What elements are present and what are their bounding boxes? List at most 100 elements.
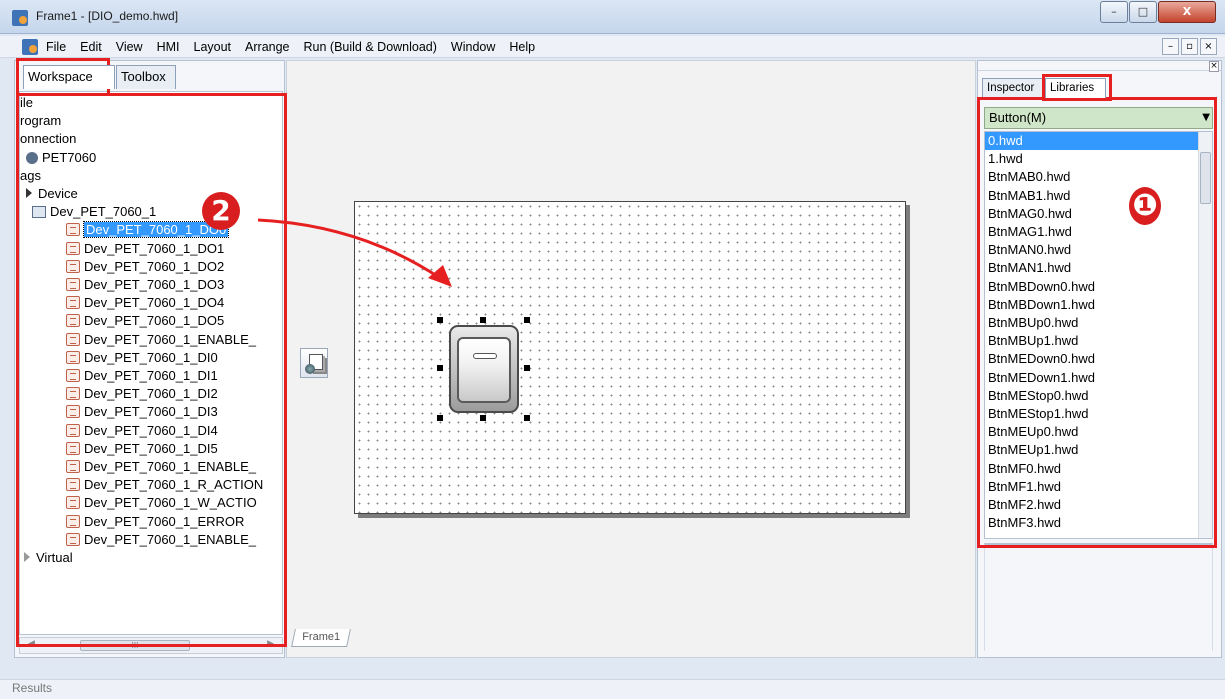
tree-item[interactable]: Dev_PET_7060_1_DO4 [66,294,224,312]
panel-header: × [978,61,1221,72]
mdi-restore-button[interactable]: ▫ [1181,38,1198,55]
tree-item[interactable]: ags [20,167,41,185]
library-item[interactable]: BtnMBUp0.hwd [985,314,1198,332]
library-item[interactable]: BtnMEUp0.hwd [985,423,1198,441]
tab-workspace[interactable]: Workspace [23,65,115,89]
library-item-list: 0.hwd 1.hwd BtnMAB0.hwd BtnMAB1.hwd BtnMAG0.… [984,131,1213,539]
step-badge-2: 2 [202,192,240,230]
expand-arrow-icon[interactable] [24,552,30,562]
scroll-left-icon[interactable]: ◀ [28,639,35,649]
tree-item[interactable]: Dev_PET_7060_1_DO3 [66,276,224,294]
library-item[interactable]: BtnMEStop0.hwd [985,387,1198,405]
tree-item[interactable]: Dev_PET_7060_1_ENABLE_ [66,458,256,476]
library-item[interactable]: BtnMAN0.hwd [985,241,1198,259]
selection-handle[interactable] [524,415,530,421]
library-item[interactable]: BtnMAB0.hwd [985,168,1198,186]
tree-item[interactable]: Virtual [24,549,73,567]
tree-item[interactable]: Dev_PET_7060_1_DO2 [66,258,224,276]
menu-window[interactable]: Window [451,40,495,54]
tree-item[interactable]: Dev_PET_7060_1_DO0 [66,221,230,239]
tree-item[interactable]: onnection [20,130,76,148]
library-item[interactable]: BtnMEStop1.hwd [985,405,1198,423]
tree-item[interactable]: PET7060 [26,149,96,167]
selection-handle[interactable] [480,415,486,421]
tree-item[interactable]: Dev_PET_7060_1_R_ACTION [66,476,263,494]
tree-item[interactable]: Dev_PET_7060_1_ENABLE_ [66,331,256,349]
document-icon[interactable] [22,39,38,55]
selection-handle[interactable] [524,365,530,371]
tree-item-label: Dev_PET_7060_1_DO3 [84,277,225,292]
library-item[interactable]: BtnMAG1.hwd [985,223,1198,241]
library-item[interactable]: BtnMF3.hwd [985,514,1198,532]
library-item[interactable]: BtnMBDown0.hwd [985,278,1198,296]
library-item[interactable]: BtnMAB1.hwd [985,187,1198,205]
frames-icon[interactable] [300,348,328,378]
library-item[interactable]: BtnMEDown0.hwd [985,350,1198,368]
tag-icon [66,296,80,310]
tree-item[interactable]: Dev_PET_7060_1_DI3 [66,403,218,421]
tag-icon [66,259,80,273]
expand-arrow-icon[interactable] [26,188,32,198]
chevron-down-icon[interactable]: ▼ [1202,108,1210,128]
selection-handle[interactable] [524,317,530,323]
rocker-switch-button[interactable] [449,325,519,413]
library-category-select[interactable]: Button(M) ▼ [984,107,1213,129]
mdi-close-button[interactable]: × [1200,38,1217,55]
menu-edit[interactable]: Edit [80,40,102,54]
menu-file[interactable]: File [46,40,66,54]
horizontal-scrollbar[interactable]: ◀ III ▶ [19,637,283,654]
tree-item[interactable]: Dev_PET_7060_1_DI0 [66,349,218,367]
tab-toolbox[interactable]: Toolbox [116,65,176,89]
library-item[interactable]: BtnMAN1.hwd [985,259,1198,277]
tree-item[interactable]: Dev_PET_7060_1_DI1 [66,367,218,385]
tree-item[interactable]: Dev_PET_7060_1_W_ACTIO [66,494,257,512]
library-item[interactable]: BtnMF1.hwd [985,478,1198,496]
maximize-button[interactable]: □ [1129,1,1157,23]
selection-handle[interactable] [480,317,486,323]
tab-libraries[interactable]: Libraries [1045,78,1106,98]
minimize-button[interactable]: – [1100,1,1128,23]
tree-item[interactable]: Dev_PET_7060_1_DI5 [66,440,218,458]
menu-arrange[interactable]: Arrange [245,40,289,54]
menu-layout[interactable]: Layout [194,40,232,54]
menu-run[interactable]: Run (Build & Download) [304,40,437,54]
scroll-thumb[interactable]: III [80,640,190,651]
library-item[interactable]: BtnMF2.hwd [985,496,1198,514]
menu-hmi[interactable]: HMI [157,40,180,54]
mdi-minimize-button[interactable]: – [1162,38,1179,55]
tree-item[interactable]: Dev_PET_7060_1_ENABLE_ [66,531,256,549]
tree-item[interactable]: Dev_PET_7060_1_DO1 [66,240,224,258]
tree-item[interactable]: rogram [20,112,61,130]
library-item[interactable]: 0.hwd [985,132,1198,150]
tree-item[interactable]: Dev_PET_7060_1_DI4 [66,422,218,440]
tree-item[interactable]: Dev_PET_7060_1_ERROR [66,513,244,531]
scroll-right-icon[interactable]: ▶ [267,639,274,649]
tab-inspector[interactable]: Inspector [982,78,1044,98]
selection-handle[interactable] [437,415,443,421]
library-item[interactable]: BtnMEUp1.hwd [985,441,1198,459]
tree-item-label: onnection [20,131,77,147]
tree-item[interactable]: Dev_PET_7060_1_DO5 [66,312,224,330]
tab-frame1[interactable]: Frame1 [291,629,351,647]
menu-help[interactable]: Help [509,40,535,54]
frame-canvas[interactable] [354,201,906,514]
library-item[interactable]: BtnMF0.hwd [985,460,1198,478]
tag-icon [66,314,80,328]
library-item[interactable]: BtnMEDown1.hwd [985,369,1198,387]
vertical-scrollbar[interactable] [1198,132,1212,538]
library-item[interactable]: BtnMBDown1.hwd [985,296,1198,314]
menu-view[interactable]: View [116,40,143,54]
tree-item[interactable]: Dev_PET_7060_1_DI2 [66,385,218,403]
close-panel-icon[interactable]: × [1209,61,1219,72]
library-item[interactable]: BtnMAG0.hwd [985,205,1198,223]
tree-item[interactable]: Dev_PET_7060_1 [32,203,156,221]
close-button[interactable]: X [1158,1,1216,23]
library-item[interactable]: 1.hwd [985,150,1198,168]
tag-icon [66,496,80,510]
selection-handle[interactable] [437,317,443,323]
tree-item[interactable]: ile [20,94,33,112]
tree-item[interactable]: Device [26,185,78,203]
library-item[interactable]: BtnMBUp1.hwd [985,332,1198,350]
selection-handle[interactable] [437,365,443,371]
scroll-thumb[interactable] [1200,152,1211,204]
